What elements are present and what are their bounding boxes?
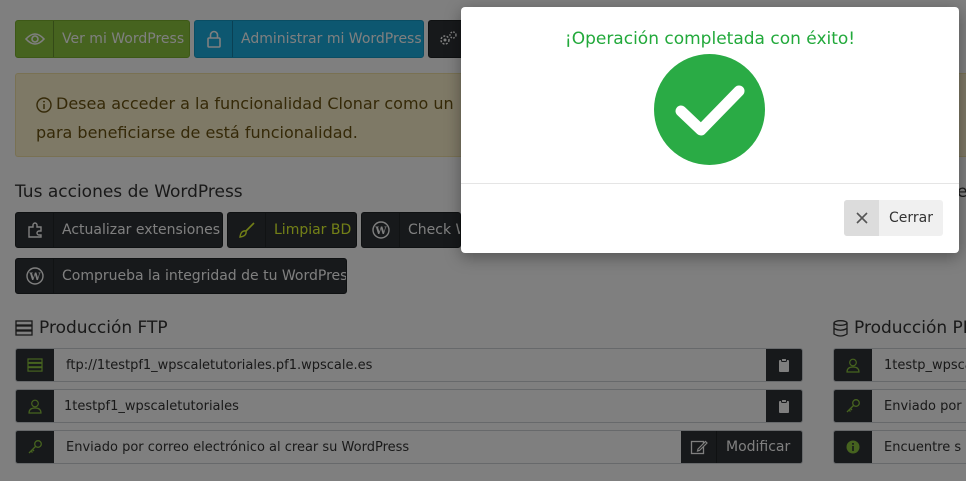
success-modal: ¡Operación completada con éxito! Cerrar <box>461 7 959 253</box>
modal-divider <box>461 183 959 184</box>
close-icon <box>844 200 879 236</box>
modal-title: ¡Operación completada con éxito! <box>564 29 856 49</box>
close-label: Cerrar <box>889 210 933 226</box>
close-button[interactable]: Cerrar <box>844 200 943 236</box>
check-circle-icon <box>654 54 765 165</box>
